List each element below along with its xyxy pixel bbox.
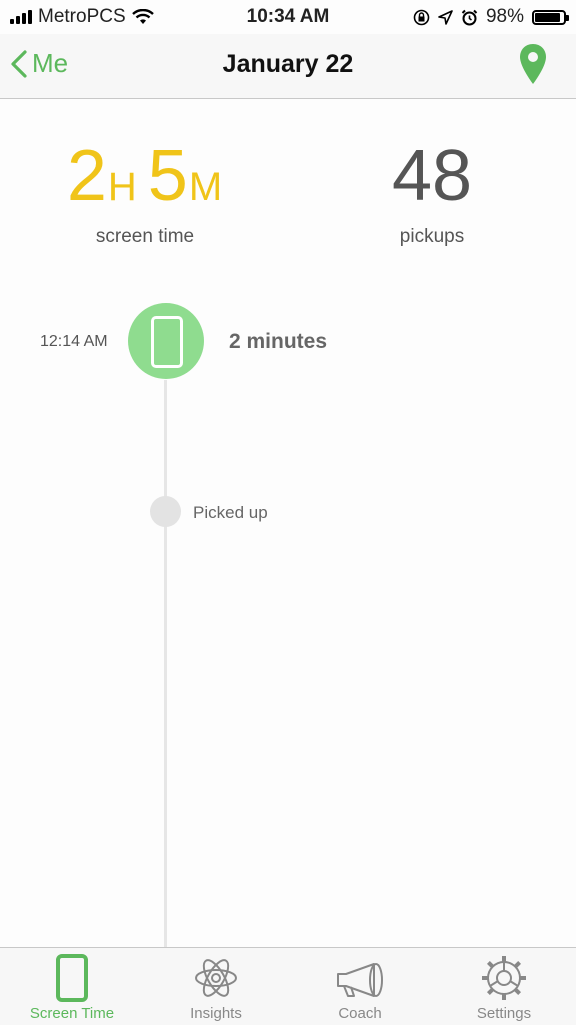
alarm-icon	[461, 9, 478, 25]
tab-settings[interactable]: Settings	[432, 948, 576, 1025]
status-right: 98%	[413, 6, 569, 28]
tab-insights[interactable]: Insights	[144, 948, 288, 1025]
pickups-value: 48	[391, 136, 473, 216]
battery-icon	[532, 9, 569, 25]
tab-screen-time[interactable]: Screen Time	[0, 948, 144, 1025]
screen-time-hours-unit: H	[107, 165, 138, 209]
session-duration: 2 minutes	[229, 330, 328, 353]
location-pin-icon	[520, 44, 546, 84]
tab-settings-label: Settings	[476, 1005, 532, 1022]
timeline-line	[164, 380, 167, 948]
location-arrow-icon	[438, 9, 453, 25]
location-pin-button[interactable]	[518, 42, 548, 91]
pickup-marker	[150, 496, 181, 527]
phone-icon	[151, 316, 183, 368]
atom-icon	[195, 959, 237, 997]
status-bar: MetroPCS 10:34 AM 98%	[0, 0, 576, 34]
pickup-event-label: Picked up	[193, 503, 268, 522]
tab-bar: Screen Time Insights Coach Settings	[0, 947, 576, 1025]
pickups-label: pickups	[399, 226, 465, 247]
screen-time-minutes-unit: M	[188, 165, 224, 209]
screen-time-hours: 2	[66, 136, 108, 216]
megaphone-icon	[337, 963, 383, 997]
navigation-bar: Me January 22	[0, 34, 576, 99]
session-marker[interactable]	[128, 303, 204, 379]
screen-time-label: screen time	[95, 226, 195, 247]
session-time: 12:14 AM	[40, 333, 108, 350]
screen-time-value: 2H 5M	[30, 140, 260, 212]
tab-coach[interactable]: Coach	[288, 948, 432, 1025]
orientation-lock-icon	[413, 9, 430, 25]
gear-icon	[482, 956, 526, 1000]
screen-time-minutes: 5	[147, 136, 189, 216]
pickups-stat[interactable]: 48 pickups	[332, 140, 532, 248]
screen-time-stat[interactable]: 2H 5M screen time	[30, 140, 260, 248]
tab-screen-time-label: Screen Time	[29, 1005, 115, 1022]
phone-icon	[56, 954, 88, 1002]
tab-coach-label: Coach	[338, 1005, 382, 1022]
page-title: January 22	[222, 50, 354, 78]
tab-insights-label: Insights	[190, 1005, 242, 1022]
battery-percent: 98%	[485, 6, 524, 27]
